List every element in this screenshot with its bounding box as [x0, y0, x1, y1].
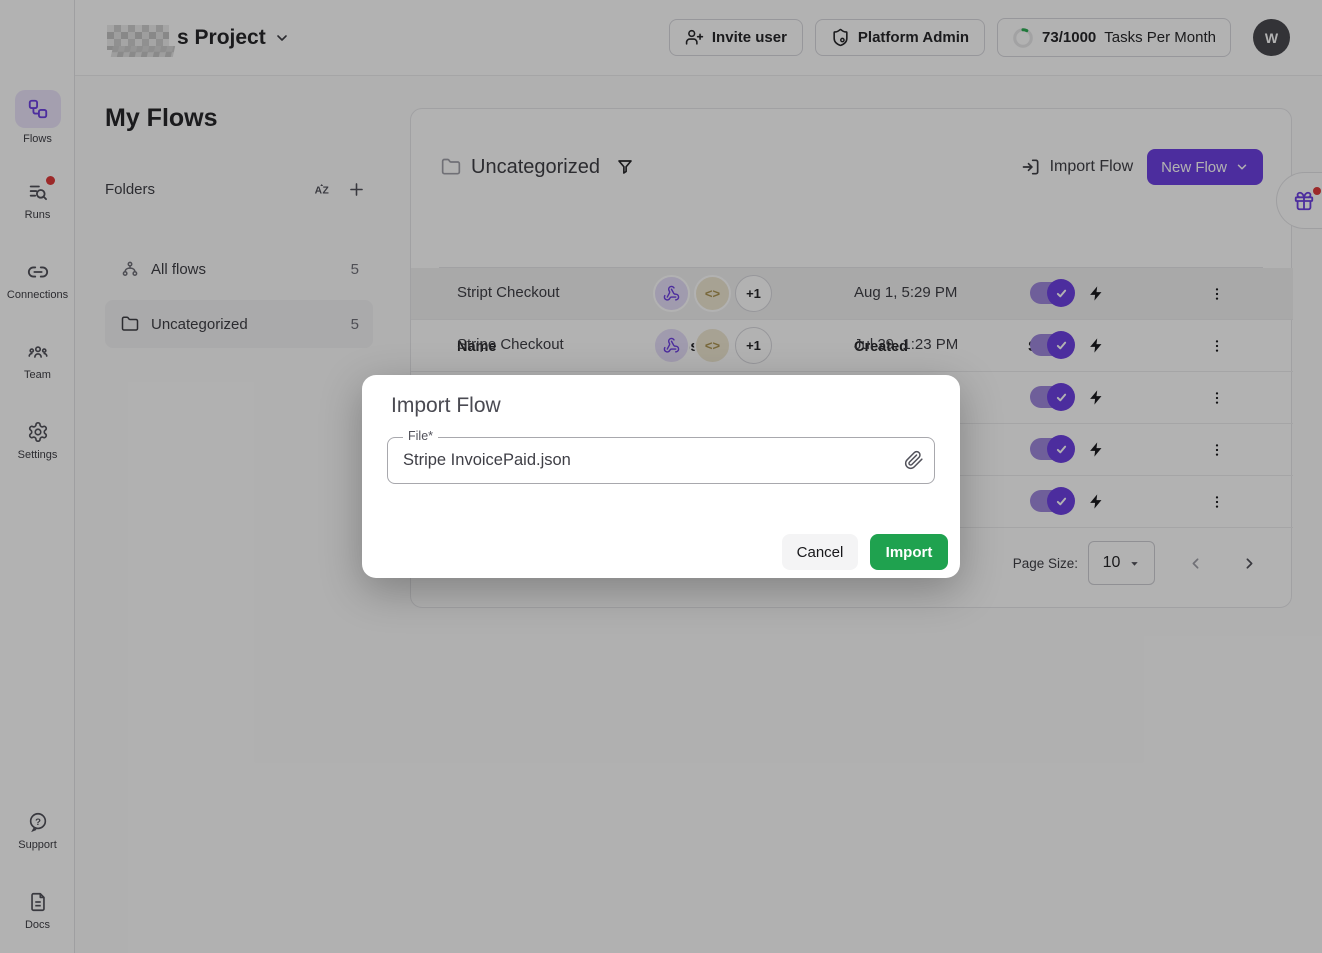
- cancel-button[interactable]: Cancel: [782, 534, 858, 570]
- import-flow-dialog: Import Flow File* Cancel Import: [362, 375, 960, 578]
- paperclip-icon[interactable]: [904, 450, 924, 470]
- import-button[interactable]: Import: [870, 534, 948, 570]
- dialog-title: Import Flow: [391, 394, 501, 418]
- file-field: File*: [387, 437, 935, 484]
- file-input[interactable]: [403, 439, 883, 482]
- app-screen: Flows Runs Connections Team Set: [0, 0, 1322, 953]
